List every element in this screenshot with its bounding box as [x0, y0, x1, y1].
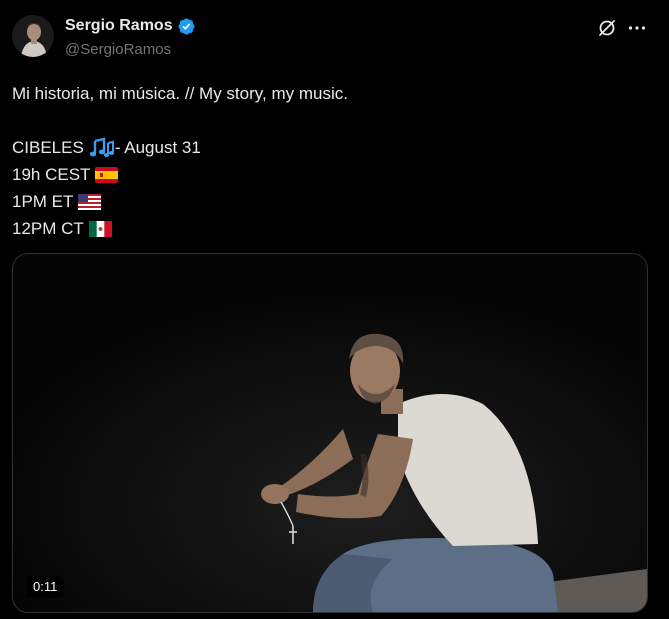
- author-name-row: Sergio Ramos: [65, 16, 196, 36]
- verified-badge-icon[interactable]: [177, 17, 196, 36]
- usa-flag-emoji-icon: [78, 193, 102, 210]
- tweet-text: Mi historia, mi música. // My story, my …: [12, 80, 652, 242]
- musical-notes-emoji-icon: [89, 137, 115, 159]
- tweet-line-5: 12PM CT: [12, 215, 652, 242]
- avatar[interactable]: [12, 15, 54, 57]
- tweet-line-5-text: 12PM CT: [12, 219, 84, 238]
- video-player[interactable]: 0:11: [12, 253, 648, 613]
- more-options-icon[interactable]: [627, 18, 647, 38]
- tweet-line-2-text: CIBELES: [12, 138, 84, 157]
- tweet-line-4: 1PM ET: [12, 188, 652, 215]
- author-display-name[interactable]: Sergio Ramos: [65, 17, 173, 35]
- tweet-line-3-text: 19h CEST: [12, 165, 91, 184]
- author-handle[interactable]: @SergioRamos: [65, 41, 196, 58]
- tweet-line-4-text: 1PM ET: [12, 192, 74, 211]
- mexico-flag-emoji-icon: [88, 220, 112, 237]
- video-thumbnail: [13, 254, 647, 612]
- tweet-line-3: 19h CEST: [12, 161, 652, 188]
- spain-flag-emoji-icon: [95, 166, 119, 183]
- tweet-line-1: Mi historia, mi música. // My story, my …: [12, 80, 652, 107]
- grok-icon[interactable]: [597, 18, 617, 38]
- tweet-line-2-suffix: - August 31: [114, 138, 201, 157]
- tweet-line-1-text: Mi historia, mi música. // My story, my …: [12, 84, 348, 103]
- author-block: Sergio Ramos @SergioRamos: [65, 16, 196, 58]
- video-duration-badge: 0:11: [26, 576, 65, 598]
- tweet-line-2: CIBELES - August 31: [12, 134, 652, 161]
- avatar-image: [12, 15, 54, 57]
